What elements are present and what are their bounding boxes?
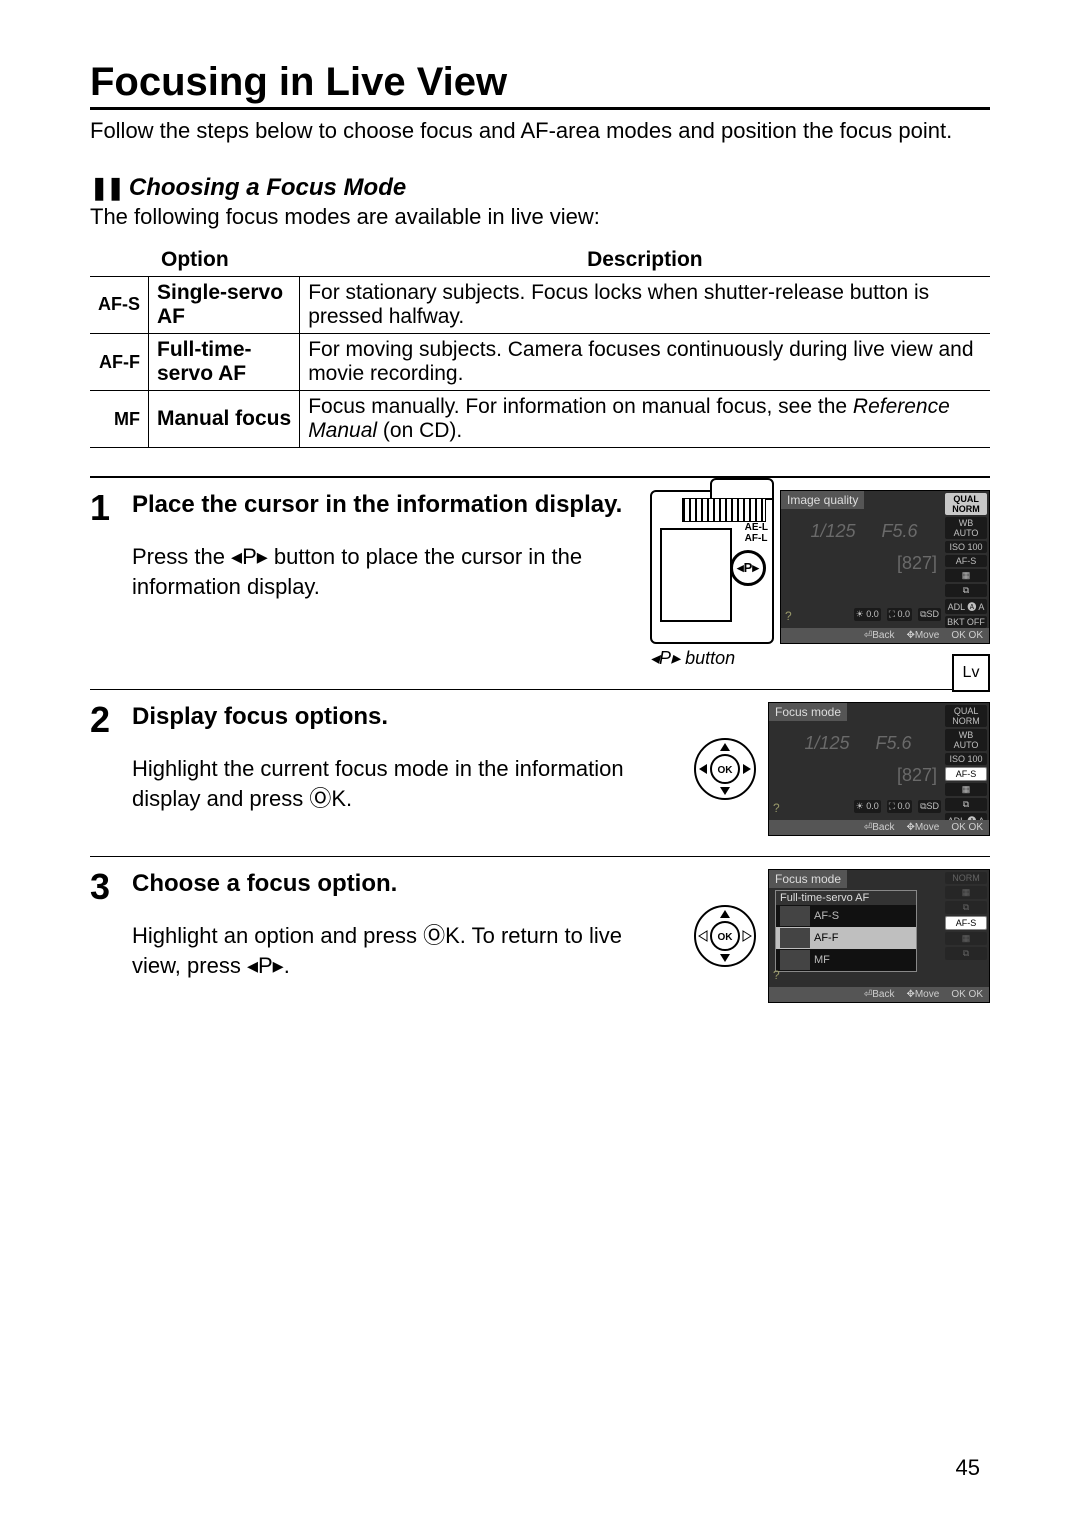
mode-name: Full-time- servo AF bbox=[149, 333, 300, 390]
side-pill: ISO 100 bbox=[945, 753, 987, 765]
side-pill: ISO 100 bbox=[945, 541, 987, 553]
step-body: Press the ◂P▸ button to place the cursor… bbox=[132, 542, 636, 601]
camera-back-icon: AE-LAF-L ◂P▸ bbox=[650, 490, 774, 644]
info-display-title: Focus mode bbox=[769, 870, 847, 888]
info-button-icon: ◂P▸ bbox=[247, 953, 284, 978]
exposures-remaining: [827] bbox=[897, 765, 937, 786]
side-pill: ▦ bbox=[945, 783, 987, 796]
step-3: 3 Choose a focus option. Highlight an op… bbox=[90, 857, 990, 1023]
foot-move: ✥Move bbox=[906, 630, 939, 641]
aperture-value: F5.6 bbox=[882, 521, 918, 542]
info-button-icon: ◂P▸ bbox=[730, 550, 766, 586]
info-button-icon: ◂P▸ bbox=[650, 648, 680, 668]
shutter-value: 1/125 bbox=[810, 521, 855, 542]
page-number: 45 bbox=[956, 1455, 980, 1481]
foot-back: ⏎Back bbox=[864, 630, 895, 641]
step-2: 2 Display focus options. Highlight the c… bbox=[90, 690, 990, 857]
section-marker: ❚❚ bbox=[90, 175, 123, 201]
intro-text: Follow the steps below to choose focus a… bbox=[90, 116, 990, 146]
mode-name: Single-servo AF bbox=[149, 276, 300, 333]
step-body: Highlight an option and press ⓄK. To ret… bbox=[132, 921, 676, 980]
info-display: Focus mode 1/125 F5.6 [827] QUAL NORM WB… bbox=[768, 702, 990, 836]
help-icon: ? bbox=[773, 968, 780, 982]
side-pill: ADL 🅐 A bbox=[945, 599, 987, 614]
step-number: 3 bbox=[90, 869, 118, 1003]
th-option: Option bbox=[90, 244, 300, 277]
camera-info-illustration: AE-LAF-L ◂P▸ Image quality 1/125 F5.6 [8… bbox=[650, 490, 990, 644]
mode-desc: Focus manually. For information on manua… bbox=[300, 391, 990, 448]
section-lead: The following focus modes are available … bbox=[90, 204, 990, 230]
step-number: 1 bbox=[90, 490, 118, 669]
mode-name: Manual focus bbox=[149, 391, 300, 448]
info-display-title: Image quality bbox=[781, 491, 864, 509]
multiselector-ok-icon: OK bbox=[690, 737, 760, 801]
mode-desc: For moving subjects. Camera focuses cont… bbox=[300, 333, 990, 390]
svg-text:OK: OK bbox=[718, 932, 734, 943]
side-pill: WB AUTO bbox=[945, 517, 987, 539]
step-1: 1 Place the cursor in the information di… bbox=[90, 478, 990, 690]
mode-icon: AF-F bbox=[90, 333, 149, 390]
help-icon: ? bbox=[785, 609, 792, 623]
foot-ok: OK OK bbox=[951, 630, 983, 641]
section-heading: Choosing a Focus Mode bbox=[129, 174, 406, 202]
side-pill: BKT OFF bbox=[945, 616, 987, 628]
side-pill: AF-S bbox=[945, 916, 987, 930]
ok-button-icon: ⓄK bbox=[309, 786, 346, 811]
info-display: Focus mode Full-time-servo AF AF-S AF-F … bbox=[768, 869, 990, 1003]
step-title: Choose a focus option. bbox=[132, 869, 676, 899]
help-icon: ? bbox=[773, 801, 780, 815]
step-title: Display focus options. bbox=[132, 702, 676, 732]
info-display-title: Focus mode bbox=[769, 703, 847, 721]
table-row: AF-F Full-time- servo AF For moving subj… bbox=[90, 333, 990, 390]
page-title: Focusing in Live View bbox=[90, 60, 990, 110]
step-number: 2 bbox=[90, 702, 118, 836]
side-pill: AF-S bbox=[945, 555, 987, 567]
shutter-value: 1/125 bbox=[804, 733, 849, 754]
step-body: Highlight the current focus mode in the … bbox=[132, 754, 676, 813]
mode-icon: AF-S bbox=[90, 276, 149, 333]
table-row: AF-S Single-servo AF For stationary subj… bbox=[90, 276, 990, 333]
menu-subtitle: Full-time-servo AF bbox=[776, 891, 916, 905]
side-pill: WB AUTO bbox=[945, 729, 987, 751]
side-pill: QUAL NORM bbox=[945, 493, 987, 515]
info-button-icon: ◂P▸ bbox=[231, 544, 268, 569]
info-display: Image quality 1/125 F5.6 [827] QUAL NORM… bbox=[780, 490, 990, 644]
focus-mode-menu: Full-time-servo AF AF-S AF-F MF bbox=[775, 890, 917, 972]
list-item: AF-S bbox=[776, 905, 916, 927]
side-pill: QUAL NORM bbox=[945, 705, 987, 727]
live-view-tab-icon: Lv bbox=[952, 654, 990, 692]
mode-desc: For stationary subjects. Focus locks whe… bbox=[300, 276, 990, 333]
focus-modes-table: Option Description AF-S Single-servo AF … bbox=[90, 244, 990, 449]
exposures-remaining: [827] bbox=[897, 553, 937, 574]
aperture-value: F5.6 bbox=[876, 733, 912, 754]
svg-text:OK: OK bbox=[718, 765, 734, 776]
illustration-caption: ◂P▸ button bbox=[650, 648, 990, 669]
list-item: MF bbox=[776, 949, 916, 971]
step-title: Place the cursor in the information disp… bbox=[132, 490, 636, 520]
ok-button-icon: ⓄK bbox=[423, 923, 460, 948]
side-pill: ▦ bbox=[945, 569, 987, 582]
side-pill: ⧉ bbox=[945, 798, 987, 811]
list-item: AF-F bbox=[776, 927, 916, 949]
th-description: Description bbox=[300, 244, 990, 277]
table-row: MF Manual focus Focus manually. For info… bbox=[90, 391, 990, 448]
multiselector-ok-icon: OK bbox=[690, 904, 760, 968]
mode-icon: MF bbox=[90, 391, 149, 448]
side-pill: AF-S bbox=[945, 767, 987, 781]
side-pill: ⧉ bbox=[945, 584, 987, 597]
